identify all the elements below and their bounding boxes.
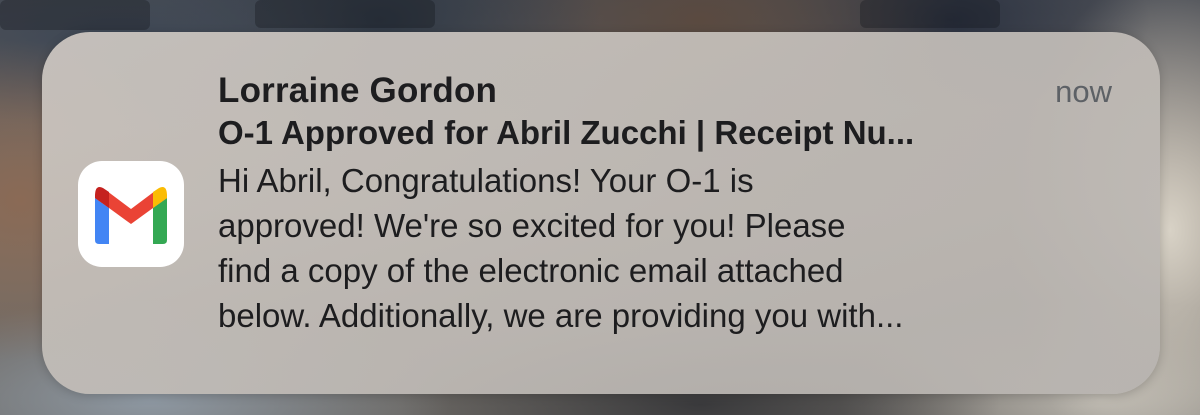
sender-name: Lorraine Gordon: [218, 71, 498, 110]
lock-screen: now Lorraine Gordon O-1 Approved for Abr…: [0, 0, 1200, 415]
gmail-icon: [78, 161, 184, 267]
gmail-notification[interactable]: now Lorraine Gordon O-1 Approved for Abr…: [42, 32, 1160, 394]
wallpaper-tile: [255, 0, 435, 28]
preview-line: approved! We're so excited for you! Plea…: [218, 207, 846, 244]
preview-line: below. Additionally, we are providing yo…: [218, 297, 904, 334]
notification-timestamp: now: [1055, 74, 1112, 109]
preview-line: find a copy of the electronic email atta…: [218, 252, 844, 289]
email-preview: Hi Abril, Congratulations! Your O-1 is a…: [218, 158, 1048, 338]
wallpaper-tile: [0, 0, 150, 30]
notification-content: Lorraine Gordon O-1 Approved for Abril Z…: [218, 70, 1048, 338]
wallpaper-tile: [860, 0, 1000, 28]
gmail-m-icon: [95, 187, 167, 244]
email-subject: O-1 Approved for Abril Zucchi | Receipt …: [218, 114, 915, 151]
preview-line: Hi Abril, Congratulations! Your O-1 is: [218, 162, 754, 199]
